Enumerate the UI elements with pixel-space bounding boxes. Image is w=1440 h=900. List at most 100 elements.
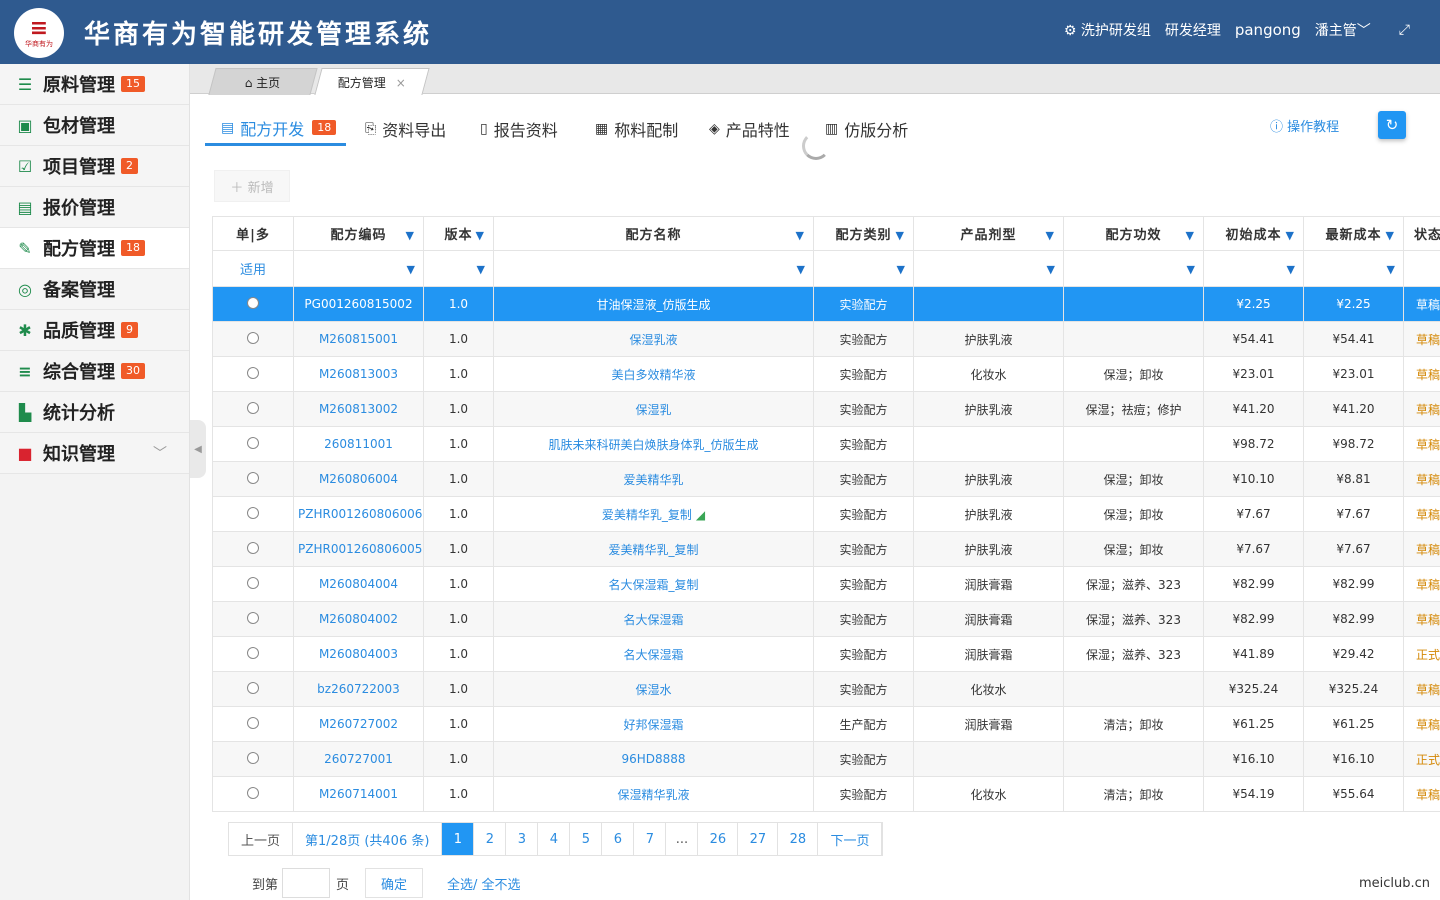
col-header-latest-cost[interactable]: 最新成本 ▼ <box>1303 216 1404 251</box>
table-row[interactable]: PZHR001260806006 1.0 爱美精华乳_复制 ◢ 实验配方 护肤乳液 保湿；卸… <box>212 496 1440 532</box>
filter-icon[interactable]: ▼ <box>1287 263 1295 276</box>
formula-code-link[interactable]: PG001260815002 <box>293 286 424 322</box>
formula-code-link[interactable]: M260804004 <box>293 566 424 602</box>
formula-code-link[interactable]: M260813002 <box>293 391 424 427</box>
row-select-radio[interactable] <box>212 321 294 357</box>
filter-cell-effect[interactable]: ▼ <box>1063 250 1204 287</box>
apply-filter-link[interactable]: 适用 <box>212 250 294 287</box>
tab-weighing[interactable]: ▦ 称料配制 <box>595 112 678 146</box>
sidebar-item-knowledge[interactable]: ■ 知识管理 ﹀ <box>0 433 189 474</box>
fullscreen-icon[interactable]: ⤢ <box>1399 22 1410 38</box>
filter-icon[interactable]: ▼ <box>1186 229 1195 242</box>
sidebar-item-formulas[interactable]: ✎ 配方管理 18 <box>0 228 189 269</box>
filter-icon[interactable]: ▼ <box>1387 263 1395 276</box>
filter-icon[interactable]: ▼ <box>1286 229 1295 242</box>
formula-code-link[interactable]: 260811001 <box>293 426 424 462</box>
filter-cell-category[interactable]: ▼ <box>813 250 914 287</box>
filter-icon[interactable]: ▼ <box>476 229 485 242</box>
page-button-3[interactable]: 3 <box>506 823 539 855</box>
filter-icon[interactable]: ▼ <box>896 229 905 242</box>
filter-icon[interactable]: ▼ <box>797 263 805 276</box>
radio-icon[interactable] <box>247 366 259 379</box>
formula-name-link[interactable]: 甘油保湿液_仿版生成 <box>493 286 814 322</box>
formula-name-link[interactable]: 爱美精华乳_复制 ◢ <box>493 496 814 532</box>
table-row[interactable]: PG001260815002 1.0 甘油保湿液_仿版生成 实验配方 ¥2.25 ¥2.2… <box>212 286 1440 322</box>
row-select-radio[interactable] <box>212 356 294 392</box>
formula-code-link[interactable]: M260804003 <box>293 636 424 672</box>
table-row[interactable]: M260804003 1.0 名大保湿霜 实验配方 润肤膏霜 保湿；滋养、323 ¥41.8… <box>212 636 1440 672</box>
formula-code-link[interactable]: PZHR001260806006 <box>293 496 424 532</box>
col-header-category[interactable]: 配方类别 ▼ <box>813 216 914 251</box>
filter-icon[interactable]: ▼ <box>1187 263 1195 276</box>
col-header-version[interactable]: 版本 ▼ <box>423 216 494 251</box>
tab-data-export[interactable]: ⎘ 资料导出 <box>365 112 446 146</box>
sidebar-item-quality[interactable]: ✱ 品质管理 9 <box>0 310 189 351</box>
tab-formula-dev[interactable]: ▤ 配方开发 18 <box>205 112 347 146</box>
formula-name-link[interactable]: 96HD8888 <box>493 741 814 777</box>
tab-product-features[interactable]: ◈ 产品特性 <box>709 112 790 146</box>
sidebar-collapse-handle[interactable]: ◀ <box>190 420 206 478</box>
filter-cell-name[interactable]: ▼ <box>493 250 814 287</box>
sidebar-item-packaging[interactable]: ▣ 包材管理 <box>0 105 189 146</box>
col-header-code[interactable]: 配方编码 ▼ <box>293 216 424 251</box>
row-select-radio[interactable] <box>212 391 294 427</box>
formula-name-link[interactable]: 名大保湿霜_复制 <box>493 566 814 602</box>
filter-cell-status[interactable] <box>1403 250 1440 287</box>
formula-name-link[interactable]: 保湿水 <box>493 671 814 707</box>
tab-report-data[interactable]: ▯ 报告资料 <box>480 112 558 146</box>
page-button-4[interactable]: 4 <box>538 823 571 855</box>
goto-confirm-button[interactable]: 确定 <box>365 868 424 898</box>
radio-icon[interactable] <box>247 576 259 589</box>
formula-name-link[interactable]: 美白多效精华液 <box>493 356 814 392</box>
goto-page-input[interactable] <box>282 868 331 898</box>
radio-icon[interactable] <box>247 506 259 519</box>
row-select-radio[interactable] <box>212 671 294 707</box>
filter-icon[interactable]: ▼ <box>796 229 805 242</box>
formula-code-link[interactable]: M260806004 <box>293 461 424 497</box>
table-row[interactable]: M260813003 1.0 美白多效精华液 实验配方 化妆水 保湿；卸妆 ¥23.01 ¥2… <box>212 356 1440 392</box>
tab-home[interactable]: ⌂ 主页 <box>208 68 318 95</box>
company-logo[interactable]: ≡ 华商有为 <box>14 8 64 58</box>
formula-name-link[interactable]: 保湿乳液 <box>493 321 814 357</box>
radio-icon[interactable] <box>247 786 259 799</box>
radio-icon[interactable] <box>247 296 259 309</box>
table-row[interactable]: M260804004 1.0 名大保湿霜_复制 实验配方 润肤膏霜 保湿；滋养、323 ¥8… <box>212 566 1440 602</box>
prev-page-button[interactable]: 上一页 <box>229 823 294 855</box>
tab-formula-management[interactable]: 配方管理 × <box>314 68 430 95</box>
page-button-27[interactable]: 27 <box>738 823 779 855</box>
filter-cell-dosage-form[interactable]: ▼ <box>913 250 1064 287</box>
filter-cell-code[interactable]: ▼ <box>293 250 424 287</box>
page-button-28[interactable]: 28 <box>778 823 819 855</box>
row-select-radio[interactable] <box>212 776 294 812</box>
row-select-radio[interactable] <box>212 601 294 637</box>
formula-name-link[interactable]: 保湿乳 <box>493 391 814 427</box>
row-select-radio[interactable] <box>212 706 294 742</box>
formula-name-link[interactable]: 爱美精华乳 <box>493 461 814 497</box>
next-page-button[interactable]: 下一页 <box>818 823 883 855</box>
col-header-dosage-form[interactable]: 产品剂型 ▼ <box>913 216 1064 251</box>
table-row[interactable]: PZHR001260806005 1.0 爱美精华乳_复制 实验配方 护肤乳液 保湿；卸妆… <box>212 531 1440 567</box>
page-button-6[interactable]: 6 <box>602 823 635 855</box>
radio-icon[interactable] <box>247 331 259 344</box>
formula-code-link[interactable]: M260714001 <box>293 776 424 812</box>
table-row[interactable]: M260804002 1.0 名大保湿霜 实验配方 润肤膏霜 保湿；滋养、323 ¥82.9… <box>212 601 1440 637</box>
row-select-radio[interactable] <box>212 461 294 497</box>
radio-icon[interactable] <box>247 716 259 729</box>
filter-icon[interactable]: ▼ <box>1047 263 1055 276</box>
table-row[interactable]: M260806004 1.0 爱美精华乳 实验配方 护肤乳液 保湿；卸妆 ¥10.10 ¥8.… <box>212 461 1440 497</box>
formula-code-link[interactable]: bz260722003 <box>293 671 424 707</box>
formula-name-link[interactable]: 保湿精华乳液 <box>493 776 814 812</box>
tutorial-link[interactable]: ⓘ 操作教程 <box>1270 116 1339 135</box>
radio-icon[interactable] <box>247 646 259 659</box>
sidebar-item-filing[interactable]: ◎ 备案管理 <box>0 269 189 310</box>
filter-icon[interactable]: ▼ <box>406 229 415 242</box>
radio-icon[interactable] <box>247 436 259 449</box>
edit-pencil-icon[interactable]: ◢ <box>696 508 705 522</box>
supervisor-dropdown[interactable]: 潘主管﹀ <box>1315 20 1371 40</box>
formula-code-link[interactable]: M260813003 <box>293 356 424 392</box>
page-button-2[interactable]: 2 <box>474 823 507 855</box>
close-icon[interactable]: × <box>396 76 406 90</box>
row-select-radio[interactable] <box>212 741 294 777</box>
row-select-radio[interactable] <box>212 636 294 672</box>
filter-icon[interactable]: ▼ <box>477 263 485 276</box>
